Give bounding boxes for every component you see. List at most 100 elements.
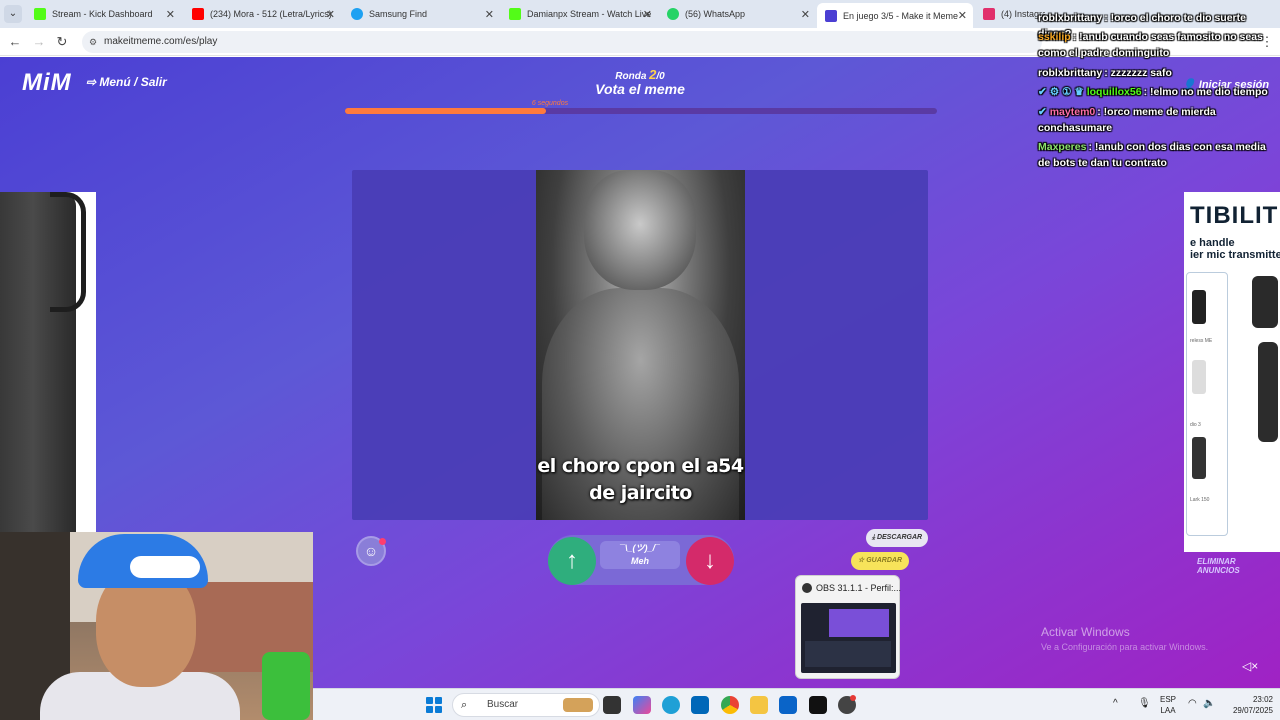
obs-title: OBS 31.1.1 - Perfil:... — [816, 583, 902, 593]
microphone-icon[interactable]: 🎙 — [1138, 698, 1151, 709]
vote-meh-button[interactable]: ¯\_(ツ)_/¯ Meh — [600, 541, 680, 569]
windows-taskbar: ⌕ Buscar ^ 🎙 ESP LAA ◠ 🔈 23:02 29/07/202… — [313, 688, 1280, 720]
tab-title: Samsung Find — [369, 9, 428, 19]
ad-headline: TIBILIT — [1190, 202, 1279, 229]
reload-icon[interactable]: ↻ — [53, 33, 71, 51]
save-label: GUARDAR — [866, 557, 902, 564]
ad-right[interactable]: TIBILIT e handle ier mic transmitte rele… — [1184, 192, 1280, 552]
youtube-icon — [192, 8, 204, 20]
edge-icon[interactable] — [662, 696, 680, 714]
copilot-icon[interactable] — [633, 696, 651, 714]
menu-exit-label: Menú / Salir — [99, 75, 167, 89]
samsung-find-icon — [351, 8, 363, 20]
volume-icon[interactable]: 🔈 — [1203, 698, 1215, 709]
clock[interactable]: 23:02 29/07/2025 — [1218, 694, 1273, 716]
whatsapp-icon — [667, 8, 679, 20]
taskbar-search[interactable]: ⌕ Buscar — [452, 693, 600, 717]
backpack-strap — [50, 192, 86, 312]
obs-thumbnail[interactable] — [801, 603, 896, 673]
language-primary: ESP — [1159, 695, 1176, 704]
tray-chevron-icon[interactable]: ^ — [1113, 698, 1118, 709]
webcam-basket — [262, 652, 310, 720]
ad-device-image — [1192, 290, 1206, 324]
chat-username: Maxperes — [1038, 141, 1087, 153]
notification-dot — [379, 538, 386, 545]
menu-exit-link[interactable]: ⇨ Menú / Salir — [86, 75, 167, 89]
tab-search-dropdown[interactable]: ⌄ — [4, 5, 22, 23]
chat-message: Maxperes: !anub con dos dias con esa med… — [1038, 139, 1280, 171]
exit-icon: ⇨ — [86, 75, 100, 89]
store-icon[interactable] — [691, 696, 709, 714]
chat-message: sskilip: !anub cuando seas famosito no s… — [1038, 29, 1280, 61]
file-explorer-icon[interactable] — [750, 696, 768, 714]
close-icon[interactable]: ✕ — [958, 9, 967, 22]
vote-title: Vota el meme — [595, 81, 685, 97]
clock-time: 23:02 — [1252, 695, 1273, 704]
close-icon[interactable]: ✕ — [485, 8, 494, 21]
site-info-icon[interactable]: ⚙ — [89, 31, 97, 53]
chat-text: : !anub cuando seas famosito no seas com… — [1038, 31, 1263, 59]
instagram-icon — [983, 8, 995, 20]
star-icon: ☆ — [857, 557, 867, 564]
remove-ads-link[interactable]: ELIMINAR ANUNCIOS — [1197, 557, 1280, 575]
obs-taskbar-preview[interactable]: OBS 31.1.1 - Perfil:... — [795, 575, 902, 679]
badge-icons: ✔ — [1038, 106, 1050, 118]
tab-whatsapp[interactable]: (56) WhatsApp ✕ — [659, 3, 816, 25]
vote-up-button[interactable]: ↑ — [548, 537, 596, 585]
tab-kick-dashboard[interactable]: Stream - Kick Dashboard ✕ — [26, 3, 181, 25]
search-highlight-image — [563, 698, 593, 712]
back-icon[interactable]: ← — [6, 33, 24, 51]
close-icon[interactable]: ✕ — [326, 8, 335, 21]
tab-title: (56) WhatsApp — [685, 9, 746, 19]
windows-start-icon[interactable] — [426, 697, 442, 713]
mim-logo[interactable]: MiM — [22, 69, 72, 97]
save-button[interactable]: ☆ GUARDAR — [851, 552, 909, 570]
speaker-mute-icon[interactable]: ◁× — [1242, 659, 1258, 673]
ad-line1: e handle — [1190, 237, 1235, 249]
timer-label: 6 segundos — [531, 100, 569, 107]
task-view-icon[interactable] — [603, 696, 621, 714]
webcam-cap-brim — [130, 556, 200, 578]
activate-windows-subtitle: Ve a Configuración para activar Windows. — [1041, 642, 1209, 652]
chat-message: roblxbrittany: zzzzzzz safo — [1038, 65, 1280, 81]
meme-head — [584, 170, 696, 290]
download-button[interactable]: ⤓ DESCARGAR — [866, 529, 928, 547]
chat-username: roblxbrittany — [1038, 12, 1103, 24]
badge-icons: ✔ ⚙ ① ♛ — [1038, 86, 1087, 98]
address-bar[interactable]: ⚙ makeitmeme.com/es/play — [82, 31, 1042, 53]
tab-make-it-meme[interactable]: En juego 3/5 - Make it Meme ✕ — [817, 3, 973, 28]
close-icon[interactable]: ✕ — [166, 8, 175, 21]
language-indicator[interactable]: ESP LAA — [1158, 694, 1178, 716]
arrow-down-icon: ↓ — [704, 547, 716, 574]
tab-title: Damianpx Stream - Watch Live — [527, 9, 652, 19]
vote-down-button[interactable]: ↓ — [686, 537, 734, 585]
stream-chat-overlay: roblxbrittany: !orco el choro te dio sue… — [1034, 0, 1280, 175]
close-icon[interactable]: ✕ — [643, 8, 652, 21]
tab-damianpx-stream[interactable]: Damianpx Stream - Watch Live ✕ — [501, 3, 658, 25]
wifi-icon[interactable]: ◠ — [1188, 698, 1197, 709]
ad-label: Lark 150 — [1190, 497, 1210, 503]
kick-icon — [509, 8, 521, 20]
ad-left[interactable] — [0, 192, 96, 532]
ad-device-image — [1192, 360, 1206, 394]
tab-title: Stream - Kick Dashboard — [52, 9, 153, 19]
forward-icon[interactable]: → — [30, 33, 48, 51]
tab-youtube[interactable]: (234) Mora - 512 (Letra/Lyrics) ✕ — [184, 3, 341, 25]
timer-fill — [345, 108, 547, 114]
ad-device-image — [1252, 276, 1278, 328]
chrome-icon[interactable] — [721, 696, 739, 714]
chat-text: : !elmo no me dio tiempo — [1143, 86, 1268, 98]
chat-message: ✔ ⚙ ① ♛ loquillox56: !elmo no me dio tie… — [1038, 84, 1280, 100]
ad-label: reless ME — [1190, 338, 1213, 344]
outlook-icon[interactable] — [779, 696, 797, 714]
tab-title: (234) Mora - 512 (Letra/Lyrics) — [210, 9, 332, 19]
ad-device-image — [1192, 437, 1206, 479]
tab-samsung-find[interactable]: Samsung Find ✕ — [343, 3, 500, 25]
chat-username: sskilip — [1038, 31, 1071, 43]
meh-face: ¯\_(ツ)_/¯ — [620, 543, 660, 553]
make-it-meme-icon — [825, 9, 837, 22]
chat-message: ✔ maytem0: !orco meme de mierda conchasu… — [1038, 104, 1280, 136]
tiktok-icon[interactable] — [809, 696, 827, 714]
close-icon[interactable]: ✕ — [801, 8, 810, 21]
meme-caption: el choro cpon el a54 de jaircito — [537, 455, 744, 504]
